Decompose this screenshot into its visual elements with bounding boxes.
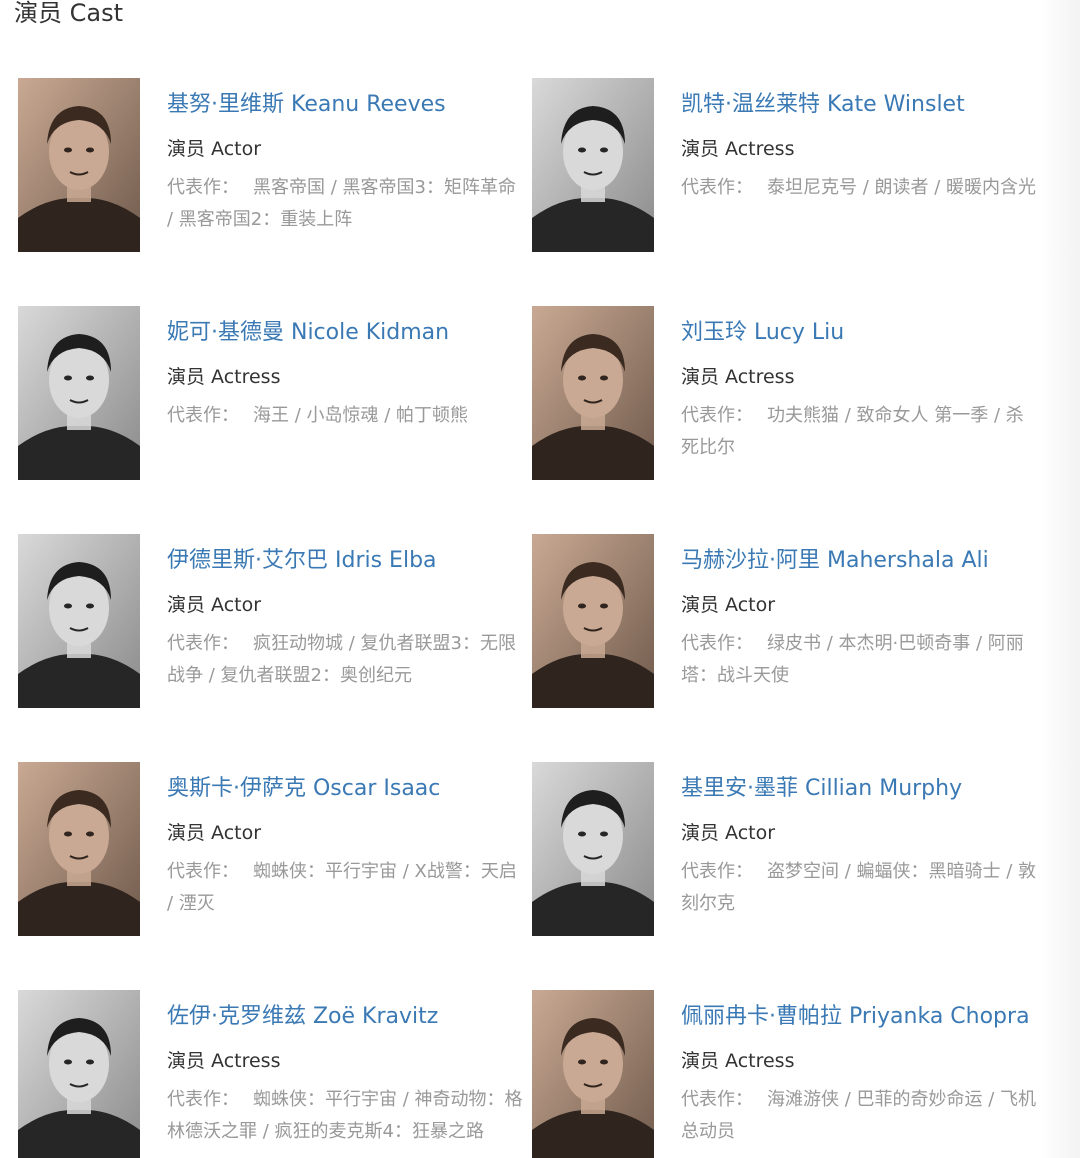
- cast-known-for: 代表作： 盗梦空间 / 蝙蝠侠：黑暗骑士 / 敦刻尔克: [681, 856, 1041, 920]
- cast-photo[interactable]: [18, 990, 140, 1158]
- cast-name-link[interactable]: 凯特·温丝莱特 Kate Winslet: [681, 90, 1041, 120]
- cast-info: 马赫沙拉·阿里 Mahershala Ali 演员 Actor 代表作： 绿皮书 / …: [681, 534, 1041, 692]
- portrait-image: [532, 306, 654, 480]
- cast-card: 基努·里维斯 Keanu Reeves 演员 Actor 代表作： 黑客帝国 / 黑客…: [18, 78, 518, 252]
- known-for-label: 代表作：: [681, 633, 753, 654]
- cast-card: 凯特·温丝莱特 Kate Winslet 演员 Actress 代表作： 泰坦尼克号 …: [532, 78, 1036, 252]
- cast-known-for: 代表作： 疯狂动物城 / 复仇者联盟3：无限战争 / 复仇者联盟2：奥创纪元: [167, 628, 527, 692]
- cast-known-for: 代表作： 蜘蛛侠：平行宇宙 / 神奇动物：格林德沃之罪 / 疯狂的麦克斯4：狂暴之…: [167, 1084, 527, 1148]
- portrait-image: [18, 78, 140, 252]
- known-for-label: 代表作：: [167, 861, 239, 882]
- cast-photo[interactable]: [18, 306, 140, 480]
- cast-name-link[interactable]: 基努·里维斯 Keanu Reeves: [167, 90, 527, 120]
- known-for-label: 代表作：: [681, 405, 753, 426]
- portrait-image: [18, 534, 140, 708]
- cast-name-link[interactable]: 佩丽冉卡·曹帕拉 Priyanka Chopra: [681, 1002, 1041, 1032]
- cast-known-for: 代表作： 蜘蛛侠：平行宇宙 / X战警：天启 / 湮灭: [167, 856, 527, 920]
- cast-photo[interactable]: [532, 990, 654, 1158]
- known-for-label: 代表作：: [167, 1089, 239, 1110]
- cast-card: 伊德里斯·艾尔巴 Idris Elba 演员 Actor 代表作： 疯狂动物城 / 复…: [18, 534, 518, 708]
- cast-info: 奥斯卡·伊萨克 Oscar Isaac 演员 Actor 代表作： 蜘蛛侠：平行宇宙 …: [167, 762, 527, 920]
- cast-card: 基里安·墨菲 Cillian Murphy 演员 Actor 代表作： 盗梦空间 / …: [532, 762, 1036, 936]
- cast-name-link[interactable]: 奥斯卡·伊萨克 Oscar Isaac: [167, 774, 527, 804]
- cast-name-link[interactable]: 伊德里斯·艾尔巴 Idris Elba: [167, 546, 527, 576]
- cast-card: 佩丽冉卡·曹帕拉 Priyanka Chopra 演员 Actress 代表作： 海滩…: [532, 990, 1036, 1158]
- portrait-image: [532, 534, 654, 708]
- known-for-titles: 泰坦尼克号 / 朗读者 / 暖暖内含光: [767, 177, 1037, 198]
- cast-photo[interactable]: [18, 762, 140, 936]
- cast-role: 演员 Actor: [167, 138, 262, 160]
- cast-info: 刘玉玲 Lucy Liu 演员 Actress 代表作： 功夫熊猫 / 致命女人 第一…: [681, 306, 1041, 464]
- cast-photo[interactable]: [18, 78, 140, 252]
- portrait-image: [532, 762, 654, 936]
- cast-role: 演员 Actress: [681, 1050, 795, 1072]
- cast-info: 伊德里斯·艾尔巴 Idris Elba 演员 Actor 代表作： 疯狂动物城 / 复…: [167, 534, 527, 692]
- cast-info: 基里安·墨菲 Cillian Murphy 演员 Actor 代表作： 盗梦空间 / …: [681, 762, 1041, 920]
- cast-card: 马赫沙拉·阿里 Mahershala Ali 演员 Actor 代表作： 绿皮书 / …: [532, 534, 1032, 708]
- cast-known-for: 代表作： 海王 / 小岛惊魂 / 帕丁顿熊: [167, 400, 527, 432]
- cast-info: 基努·里维斯 Keanu Reeves 演员 Actor 代表作： 黑客帝国 / 黑客…: [167, 78, 527, 236]
- cast-photo[interactable]: [18, 534, 140, 708]
- cast-info: 佩丽冉卡·曹帕拉 Priyanka Chopra 演员 Actress 代表作： 海滩…: [681, 990, 1041, 1148]
- cast-info: 凯特·温丝莱特 Kate Winslet 演员 Actress 代表作： 泰坦尼克号 …: [681, 78, 1041, 204]
- cast-card: 妮可·基德曼 Nicole Kidman 演员 Actress 代表作： 海王 / 小…: [18, 306, 518, 480]
- page-edge-shadow: [1040, 0, 1080, 1158]
- cast-info: 佐伊·克罗维兹 Zoë Kravitz 演员 Actress 代表作： 蜘蛛侠：平行宇…: [167, 990, 527, 1148]
- cast-card: 奥斯卡·伊萨克 Oscar Isaac 演员 Actor 代表作： 蜘蛛侠：平行宇宙 …: [18, 762, 518, 936]
- cast-info: 妮可·基德曼 Nicole Kidman 演员 Actress 代表作： 海王 / 小…: [167, 306, 527, 432]
- known-for-label: 代表作：: [167, 177, 239, 198]
- known-for-label: 代表作：: [167, 405, 239, 426]
- cast-role: 演员 Actress: [167, 366, 281, 388]
- cast-known-for: 代表作： 功夫熊猫 / 致命女人 第一季 / 杀死比尔: [681, 400, 1041, 464]
- portrait-image: [18, 762, 140, 936]
- cast-name-link[interactable]: 佐伊·克罗维兹 Zoë Kravitz: [167, 1002, 527, 1032]
- cast-role: 演员 Actor: [681, 822, 776, 844]
- known-for-label: 代表作：: [167, 633, 239, 654]
- known-for-label: 代表作：: [681, 1089, 753, 1110]
- cast-photo[interactable]: [532, 306, 654, 480]
- cast-known-for: 代表作： 海滩游侠 / 巴菲的奇妙命运 / 飞机总动员: [681, 1084, 1041, 1148]
- portrait-image: [532, 78, 654, 252]
- portrait-image: [532, 990, 654, 1158]
- portrait-image: [18, 990, 140, 1158]
- cast-name-link[interactable]: 马赫沙拉·阿里 Mahershala Ali: [681, 546, 1041, 576]
- known-for-label: 代表作：: [681, 861, 753, 882]
- cast-name-link[interactable]: 妮可·基德曼 Nicole Kidman: [167, 318, 527, 348]
- known-for-titles: 海王 / 小岛惊魂 / 帕丁顿熊: [253, 405, 469, 426]
- cast-photo[interactable]: [532, 762, 654, 936]
- portrait-image: [18, 306, 140, 480]
- cast-role: 演员 Actress: [681, 138, 795, 160]
- cast-known-for: 代表作： 绿皮书 / 本杰明·巴顿奇事 / 阿丽塔：战斗天使: [681, 628, 1041, 692]
- section-title: 演员 Cast: [14, 0, 124, 27]
- cast-card: 佐伊·克罗维兹 Zoë Kravitz 演员 Actress 代表作： 蜘蛛侠：平行宇…: [18, 990, 523, 1158]
- cast-name-link[interactable]: 刘玉玲 Lucy Liu: [681, 318, 1041, 348]
- cast-role: 演员 Actor: [167, 594, 262, 616]
- cast-photo[interactable]: [532, 78, 654, 252]
- cast-role: 演员 Actor: [681, 594, 776, 616]
- known-for-label: 代表作：: [681, 177, 753, 198]
- cast-name-link[interactable]: 基里安·墨菲 Cillian Murphy: [681, 774, 1041, 804]
- cast-photo[interactable]: [532, 534, 654, 708]
- cast-role: 演员 Actor: [167, 822, 262, 844]
- cast-card: 刘玉玲 Lucy Liu 演员 Actress 代表作： 功夫熊猫 / 致命女人 第一…: [532, 306, 1032, 480]
- cast-known-for: 代表作： 黑客帝国 / 黑客帝国3：矩阵革命 / 黑客帝国2：重装上阵: [167, 172, 527, 236]
- cast-known-for: 代表作： 泰坦尼克号 / 朗读者 / 暖暖内含光: [681, 172, 1041, 204]
- cast-role: 演员 Actress: [167, 1050, 281, 1072]
- cast-role: 演员 Actress: [681, 366, 795, 388]
